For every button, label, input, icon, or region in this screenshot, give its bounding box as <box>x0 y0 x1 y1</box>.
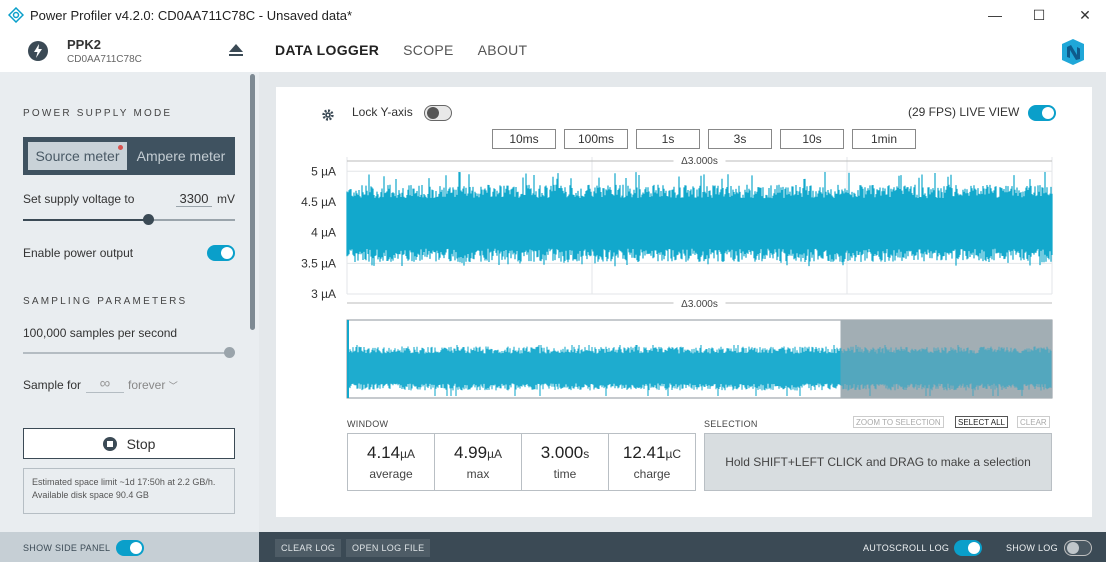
voltage-label: Set supply voltage to <box>23 192 135 206</box>
chart-card: Lock Y-axis (29 FPS) LIVE VIEW 10ms 100m… <box>276 87 1092 517</box>
window-stats: 4.14µA average 4.99µA max 3.000s time 12… <box>347 433 696 491</box>
device-serial: CD0AA711C78C <box>67 54 142 65</box>
side-panel: POWER SUPPLY MODE Source meter Ampere me… <box>0 72 259 532</box>
stat-average: 4.14µA average <box>348 434 435 490</box>
y-tick-label: 4 µA <box>311 226 336 240</box>
side-panel-footer: SHOW SIDE PANEL <box>0 532 259 562</box>
bolt-icon <box>28 41 48 61</box>
voltage-slider-handle[interactable] <box>142 214 154 225</box>
sample-rate-label: 100,000 samples per second <box>23 326 178 340</box>
sample-for-label: Sample for <box>23 378 82 392</box>
sample-for-input[interactable]: ∞ <box>86 375 124 393</box>
source-meter-label: Source meter <box>35 148 120 164</box>
clear-log-button[interactable]: CLEAR LOG <box>275 539 342 557</box>
app-header: PPK2 CD0AA711C78C DATA LOGGER SCOPE ABOU… <box>0 30 1106 72</box>
stop-button[interactable]: Stop <box>23 428 235 459</box>
stat-charge-caption: charge <box>633 467 671 481</box>
show-log-toggle[interactable] <box>1064 540 1092 556</box>
chevron-down-icon: ﹀ <box>168 381 178 391</box>
sample-for-unit-dropdown[interactable]: forever ﹀ <box>128 378 178 392</box>
voltage-unit: mV <box>217 192 235 206</box>
current-signal-line <box>346 172 1053 267</box>
voltage-input[interactable]: 3300 <box>176 191 212 207</box>
selection-title: SELECTION <box>704 419 758 429</box>
stat-charge: 12.41µC charge <box>609 434 695 490</box>
stat-max-value: 4.99 <box>453 443 488 462</box>
power-supply-title: POWER SUPPLY MODE <box>23 108 173 119</box>
stop-label: Stop <box>126 435 156 452</box>
sample-rate-slider-handle[interactable] <box>224 347 235 358</box>
tab-about[interactable]: ABOUT <box>478 42 528 58</box>
select-all-button[interactable]: SELECT ALL <box>955 416 1008 428</box>
sampling-title: SAMPLING PARAMETERS <box>23 296 188 307</box>
power-mode-toggle: Source meter Ampere meter <box>23 137 235 175</box>
stat-average-value: 4.14 <box>366 443 401 462</box>
device-name: PPK2 <box>67 37 101 52</box>
show-side-panel-toggle[interactable] <box>116 540 144 556</box>
main-area: Lock Y-axis (29 FPS) LIVE VIEW 10ms 100m… <box>259 72 1106 532</box>
main-nav: DATA LOGGER SCOPE ABOUT <box>275 42 551 58</box>
minimap-selection-overlay <box>840 320 1052 398</box>
y-tick-label: 3.5 µA <box>301 256 336 270</box>
autoscroll-log-toggle[interactable] <box>954 540 982 556</box>
stat-charge-value: 12.41 <box>622 443 666 462</box>
y-tick-label: 3 µA <box>311 287 336 301</box>
sample-rate-slider-track[interactable] <box>23 352 229 354</box>
stat-max-caption: max <box>466 467 490 481</box>
window-stats-title: WINDOW <box>347 419 389 429</box>
source-meter-button[interactable]: Source meter <box>28 142 127 170</box>
nordic-logo-icon <box>1062 39 1084 65</box>
eject-icon[interactable] <box>228 42 244 58</box>
zoom-to-selection-button[interactable]: ZOOM TO SELECTION <box>853 416 944 428</box>
power-output-toggle[interactable] <box>207 245 235 261</box>
close-button[interactable]: ✕ <box>1062 0 1106 30</box>
selection-hint: Hold SHIFT+LEFT CLICK and DRAG to make a… <box>704 433 1052 491</box>
title-bar: Power Profiler v4.2.0: CD0AA711C78C - Un… <box>0 0 1106 30</box>
stat-max-unit: µA <box>487 447 502 461</box>
y-tick-label: 4.5 µA <box>301 195 336 209</box>
app-icon <box>8 7 24 23</box>
power-output-label: Enable power output <box>23 246 134 260</box>
tab-data-logger[interactable]: DATA LOGGER <box>275 42 379 58</box>
window-title: Power Profiler v4.2.0: CD0AA711C78C - Un… <box>30 7 353 23</box>
minimize-button[interactable]: — <box>972 0 1018 30</box>
maximize-button[interactable]: ☐ <box>1016 0 1062 30</box>
side-panel-scrollbar[interactable] <box>250 74 255 330</box>
stat-time-caption: time <box>553 467 577 481</box>
stat-max: 4.99µA max <box>435 434 522 490</box>
space-estimate: Estimated space limit ~1d 17:50h at 2.2 … <box>23 468 235 514</box>
stat-average-unit: µA <box>400 447 415 461</box>
stat-average-caption: average <box>369 467 413 481</box>
sample-for-unit-label: forever <box>128 378 166 392</box>
stop-icon <box>102 436 117 451</box>
autoscroll-log-label: AUTOSCROLL LOG <box>863 543 950 553</box>
stat-time: 3.000s time <box>522 434 609 490</box>
tab-scope[interactable]: SCOPE <box>403 42 454 58</box>
status-dot <box>118 145 123 150</box>
current-chart[interactable]: Δ3.000s Δ3.000s 5 µA 4.5 µA 4 µA 3.5 µA 3 µA <box>276 87 1092 417</box>
show-side-panel-label: SHOW SIDE PANEL <box>23 543 111 553</box>
stat-time-value: 3.000 <box>540 443 584 462</box>
ampere-meter-button[interactable]: Ampere meter <box>131 142 231 170</box>
show-log-label: SHOW LOG <box>1006 543 1058 553</box>
open-log-file-button[interactable]: OPEN LOG FILE <box>346 539 431 557</box>
duration-label: Δ3.000s <box>681 156 718 167</box>
voltage-slider-fill <box>23 219 148 221</box>
y-tick-label: 5 µA <box>311 164 336 178</box>
stat-time-unit: s <box>583 447 590 461</box>
device-selector[interactable]: PPK2 CD0AA711C78C <box>0 30 259 72</box>
clear-selection-button[interactable]: CLEAR <box>1017 416 1050 428</box>
log-footer: CLEAR LOG OPEN LOG FILE AUTOSCROLL LOG S… <box>259 532 1106 562</box>
duration-label: Δ3.000s <box>681 299 718 310</box>
stat-charge-unit: µC <box>665 447 682 461</box>
